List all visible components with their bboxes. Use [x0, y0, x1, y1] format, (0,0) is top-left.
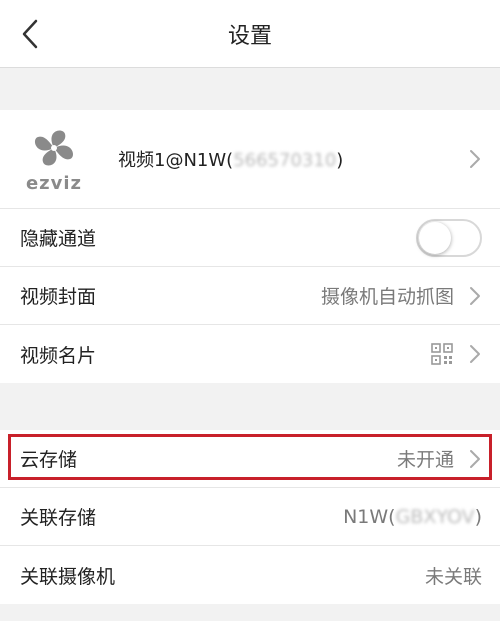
device-serial-masked: 566570310 [233, 150, 337, 171]
chevron-right-icon [470, 449, 480, 468]
linked-storage-masked: GBXYOV [395, 505, 475, 528]
linked-camera-value: 未关联 [424, 565, 482, 588]
hide-channel-row: 隐藏通道 [0, 209, 500, 267]
hide-channel-toggle[interactable] [416, 218, 482, 257]
toggle-knob [419, 221, 451, 254]
header-bar: 设置 [0, 0, 500, 68]
back-arrow-icon [22, 19, 38, 49]
hide-channel-label: 隐藏通道 [20, 228, 97, 250]
video-card-value-wrap [430, 342, 482, 366]
cloud-storage-value-wrap: 未开通 [397, 445, 482, 472]
video-cover-label: 视频封面 [20, 286, 97, 308]
linked-camera-value-wrap: 未关联 [425, 562, 482, 589]
logo-text: ezviz [25, 172, 83, 194]
chevron-right-icon [470, 150, 480, 168]
cloud-storage-value: 未开通 [396, 449, 454, 471]
linked-camera-label: 关联摄像机 [20, 565, 116, 588]
ezviz-petal-icon [34, 130, 74, 165]
linked-camera-row[interactable]: 关联摄像机 未关联 [0, 546, 500, 604]
video-card-row[interactable]: 视频名片 [0, 325, 500, 383]
video-card-label: 视频名片 [20, 344, 97, 367]
device-name-suffix: ) [336, 150, 344, 171]
linked-storage-prefix: N1W( [343, 505, 396, 528]
device-name: 视频1@N1W(566570310) [118, 146, 343, 172]
device-settings-section: ezviz 视频1@N1W(566570310) 隐藏通道 视频封面 摄像机自动… [0, 110, 500, 383]
chevron-right-icon [470, 345, 480, 363]
video-cover-value-wrap: 摄像机自动抓图 [321, 282, 482, 309]
back-button[interactable] [10, 14, 50, 54]
qr-code-icon [431, 343, 453, 365]
page-title: 设置 [227, 23, 272, 49]
chevron-right-icon [470, 286, 480, 305]
device-chevron-wrap [454, 149, 482, 169]
video-cover-value: 摄像机自动抓图 [320, 286, 454, 308]
linked-storage-value: N1W(GBXYOV) [343, 506, 482, 528]
linked-storage-label: 关联存储 [20, 507, 97, 529]
ezviz-logo-icon: ezviz [18, 123, 90, 195]
linked-storage-suffix: ) [474, 505, 482, 528]
linked-storage-row[interactable]: 关联存储 N1W(GBXYOV) [0, 488, 500, 546]
device-name-prefix: 视频1@N1W( [118, 150, 234, 171]
video-cover-row[interactable]: 视频封面 摄像机自动抓图 [0, 267, 500, 325]
device-info-row[interactable]: ezviz 视频1@N1W(566570310) [0, 110, 500, 209]
cloud-storage-row[interactable]: 云存储 未开通 [0, 430, 500, 488]
storage-section: 云存储 未开通 关联存储 N1W(GBXYOV) 关联摄像机 未关联 [0, 430, 500, 604]
cloud-storage-label: 云存储 [20, 449, 78, 471]
